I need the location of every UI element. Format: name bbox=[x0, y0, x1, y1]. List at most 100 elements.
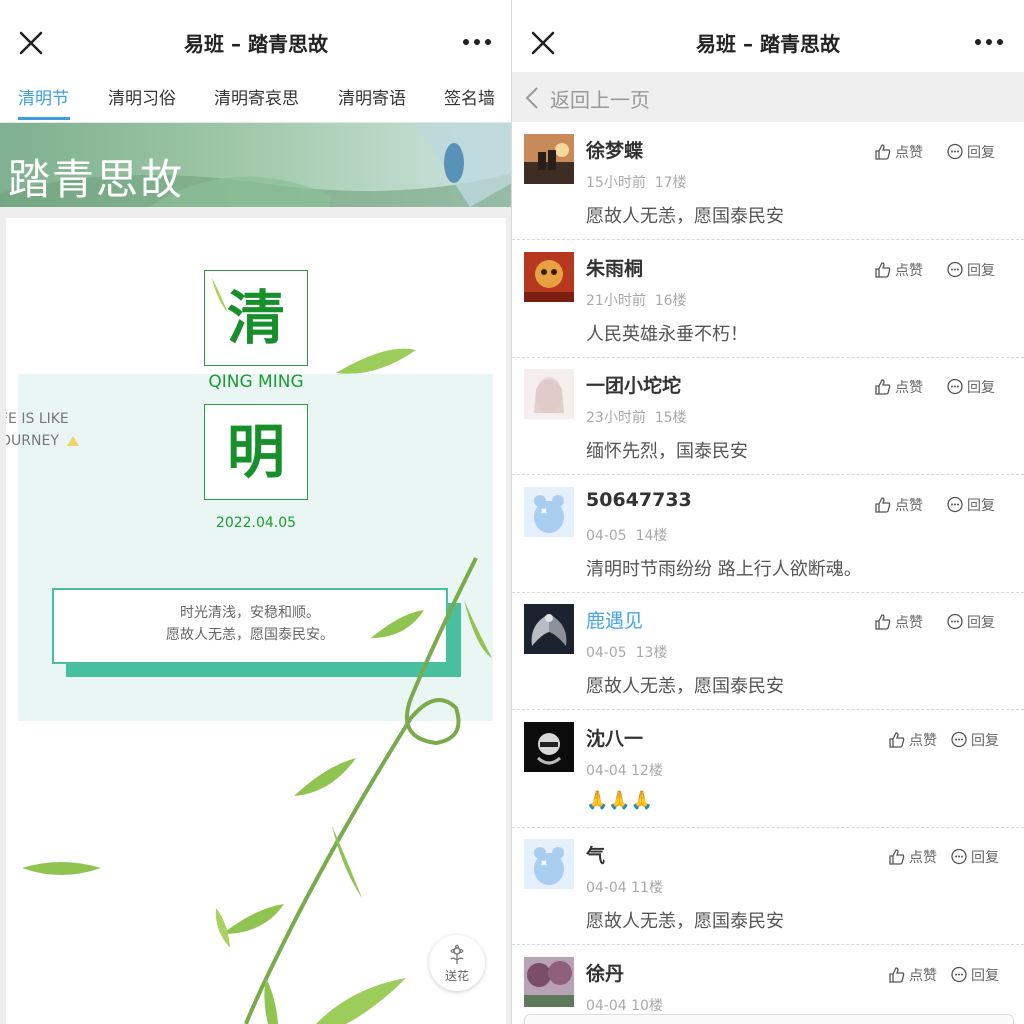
top-bar: 易班 – 踏青思故 bbox=[0, 0, 512, 72]
page-title-right: 易班 – 踏青思故 bbox=[696, 32, 840, 56]
avatar[interactable] bbox=[524, 956, 574, 1007]
reply-button[interactable]: 回复 bbox=[946, 612, 995, 632]
reply-button[interactable]: 回复 bbox=[950, 847, 999, 867]
comment-text: 愿故人无恙，愿国泰民安 bbox=[586, 676, 784, 697]
like-button[interactable]: 点赞 bbox=[874, 260, 923, 280]
active-tab-indicator bbox=[18, 117, 70, 120]
send-flower-button[interactable]: 送花 bbox=[429, 935, 485, 991]
avatar[interactable] bbox=[524, 721, 574, 772]
tab-qingming[interactable]: 清明节 bbox=[18, 84, 69, 109]
comment-text: 缅怀先烈，国泰民安 bbox=[586, 441, 748, 462]
like-button[interactable]: 点赞 bbox=[874, 142, 923, 162]
comment-floor: 17楼 bbox=[654, 175, 687, 191]
comment-icon bbox=[946, 613, 967, 631]
banner-title: 踏青思故 bbox=[8, 155, 185, 204]
like-label: 点赞 bbox=[895, 497, 923, 514]
comment-meta: 15小时前 17楼 bbox=[586, 172, 687, 192]
more-icon[interactable] bbox=[462, 34, 492, 50]
left-panel: 易班 – 踏青思故 清明节 清明习俗 清明寄哀思 清明寄语 签名墙 踏青思故 F… bbox=[0, 0, 512, 1024]
comment-text: 愿故人无恙，愿国泰民安 bbox=[586, 206, 784, 227]
avatar[interactable] bbox=[524, 251, 574, 302]
comment-item: 朱雨桐 21小时前 16楼人民英雄永垂不朽！ 点赞 回复 bbox=[512, 240, 1024, 358]
like-button[interactable]: 点赞 bbox=[888, 730, 937, 750]
comment-text: 清明时节雨纷纷 路上行人欲断魂。 bbox=[586, 558, 862, 580]
thumbs-up-icon bbox=[888, 966, 909, 984]
tab-mourning[interactable]: 清明寄哀思 bbox=[214, 84, 299, 109]
willow-vine-decoration bbox=[22, 278, 492, 1024]
comment-username[interactable]: 沈八一 bbox=[586, 724, 643, 751]
like-button[interactable]: 点赞 bbox=[888, 847, 937, 867]
tab-messages[interactable]: 清明寄语 bbox=[338, 84, 406, 109]
right-panel: 易班 – 踏青思故 返回上一页 徐梦蝶 15小时前 17楼 愿故人无恙，愿国泰民安点… bbox=[512, 0, 1024, 1024]
comment-meta: 21小时前 16楼 bbox=[586, 290, 687, 310]
comment-username[interactable]: 徐梦蝶 bbox=[586, 136, 643, 163]
reply-button[interactable]: 回复 bbox=[946, 142, 995, 162]
like-label: 点赞 bbox=[909, 967, 937, 984]
comment-floor: 10楼 bbox=[631, 997, 663, 1014]
comment-floor: 15楼 bbox=[654, 410, 687, 426]
avatar[interactable] bbox=[524, 134, 574, 184]
like-button[interactable]: 点赞 bbox=[874, 495, 923, 515]
comment-item: 徐梦蝶 15小时前 17楼愿故人无恙，愿国泰民安 点赞 回复 bbox=[512, 122, 1024, 240]
reply-button[interactable]: 回复 bbox=[950, 730, 999, 750]
comment-username[interactable]: 朱雨桐 bbox=[586, 254, 643, 281]
like-label: 点赞 bbox=[895, 380, 923, 396]
comment-item: 一团小坨坨 23小时前 15楼缅怀先烈，国泰民安 点赞 回复 bbox=[512, 357, 1024, 475]
like-label: 点赞 bbox=[909, 732, 937, 749]
comment-floor: 16楼 bbox=[654, 292, 687, 309]
avatar[interactable] bbox=[524, 604, 574, 654]
comment-text: 🙏🙏🙏 bbox=[586, 789, 654, 811]
comment-username[interactable]: 50647733 bbox=[586, 489, 692, 511]
thumbs-up-icon bbox=[874, 614, 895, 631]
tab-signature-wall[interactable]: 签名墙 bbox=[444, 84, 495, 109]
comment-username[interactable]: 一团小坨坨 bbox=[586, 371, 681, 398]
comment-floor: 13楼 bbox=[635, 645, 668, 661]
comment-text: 人民英雄永垂不朽！ bbox=[586, 323, 748, 345]
comment-time: 23小时前 bbox=[586, 410, 646, 426]
like-label: 点赞 bbox=[895, 145, 923, 161]
reply-button[interactable]: 回复 bbox=[946, 260, 995, 280]
thumbs-up-icon bbox=[874, 261, 895, 279]
reply-label: 回复 bbox=[971, 967, 999, 984]
thumbs-up-icon bbox=[888, 849, 909, 866]
comment-floor: 14楼 bbox=[635, 527, 668, 544]
reply-label: 回复 bbox=[971, 850, 999, 866]
flower-icon bbox=[450, 944, 464, 964]
avatar[interactable] bbox=[524, 839, 574, 889]
comment-time: 21小时前 bbox=[586, 292, 646, 309]
top-bar-right: 易班 – 踏青思故 bbox=[512, 0, 1024, 72]
like-label: 点赞 bbox=[895, 615, 923, 631]
comment-time: 04-04 bbox=[586, 997, 627, 1014]
like-label: 点赞 bbox=[895, 262, 923, 279]
comment-meta: 04-04 12楼 bbox=[586, 760, 663, 780]
comment-item: 徐丹 04-04 10楼 点赞 回复 bbox=[512, 945, 1024, 1024]
comment-time: 04-05 bbox=[586, 645, 627, 661]
like-button[interactable]: 点赞 bbox=[874, 377, 923, 397]
comment-icon bbox=[946, 496, 967, 514]
back-button[interactable]: 返回上一页 bbox=[512, 72, 1024, 122]
comment-username[interactable]: 气 bbox=[586, 841, 605, 868]
comment-meta: 04-04 11楼 bbox=[586, 877, 663, 897]
avatar[interactable] bbox=[524, 369, 574, 419]
like-button[interactable]: 点赞 bbox=[874, 612, 923, 632]
comment-username[interactable]: 鹿遇见 bbox=[586, 606, 643, 633]
comment-icon bbox=[950, 731, 971, 749]
more-icon[interactable] bbox=[974, 34, 1004, 50]
reply-button[interactable]: 回复 bbox=[946, 377, 995, 397]
avatar[interactable] bbox=[524, 486, 574, 537]
thumbs-up-icon bbox=[874, 496, 895, 514]
comment-time: 04-04 bbox=[586, 762, 627, 779]
comment-item: 沈八一 04-04 12楼 🙏🙏🙏 点赞 回复 bbox=[512, 710, 1024, 828]
send-flower-label: 送花 bbox=[444, 969, 469, 983]
chevron-left-icon bbox=[525, 87, 538, 109]
comment-item: 气 04-04 11楼 愿故人无恙，愿国泰民安 点赞 回复 bbox=[512, 827, 1024, 945]
comment-meta: 04-04 10楼 bbox=[586, 995, 663, 1015]
like-button[interactable]: 点赞 bbox=[888, 965, 937, 985]
reply-button[interactable]: 回复 bbox=[946, 495, 995, 515]
reply-button[interactable]: 回复 bbox=[950, 965, 999, 985]
tab-customs[interactable]: 清明习俗 bbox=[108, 84, 176, 109]
comment-username[interactable]: 徐丹 bbox=[586, 959, 624, 986]
comment-meta: 04-05 13楼 bbox=[586, 642, 667, 662]
comment-icon bbox=[946, 261, 967, 279]
comment-input[interactable] bbox=[524, 1014, 1014, 1024]
